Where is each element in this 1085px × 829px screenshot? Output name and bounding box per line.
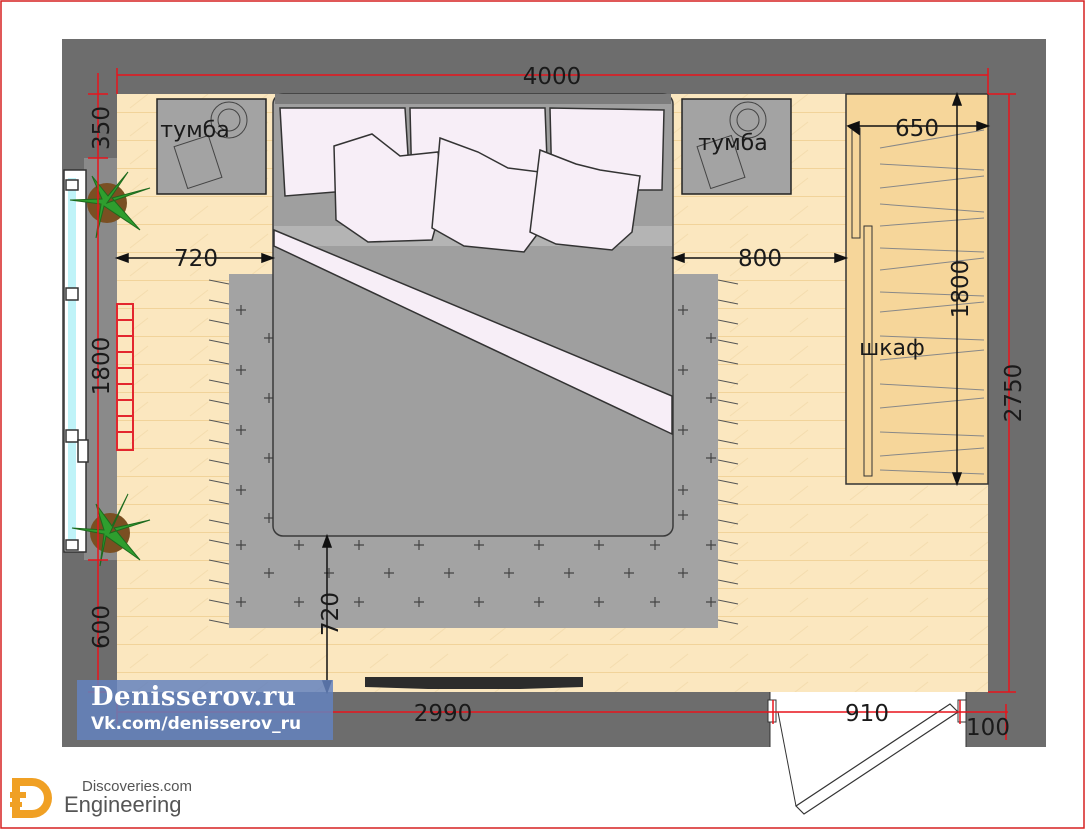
dim-wardrobe-length: 1800 (948, 260, 974, 319)
watermark-vk: Vk.com/denisserov_ru (91, 714, 302, 734)
bed (272, 93, 674, 537)
dim-bottom-wall: 2990 (414, 701, 473, 727)
dim-room-depth: 2750 (1001, 364, 1027, 423)
watermark: Denisserov.ru Vk.com/denisserov_ru (77, 680, 333, 740)
nightstand-left (156, 98, 267, 195)
dim-door-width: 910 (845, 701, 889, 727)
tv-stand (365, 677, 583, 689)
dim-foot-clearance: 720 (318, 592, 344, 636)
dim-wall-bottom-offset: 600 (89, 605, 115, 649)
watermark-site: Denisserov.ru (91, 682, 297, 712)
nightstand-right-label: тумба (698, 131, 767, 156)
dim-right-clearance: 800 (738, 246, 782, 272)
dim-left-clearance: 720 (174, 246, 218, 272)
brand-logo-icon (10, 778, 52, 818)
dim-wardrobe-depth: 650 (895, 116, 939, 142)
wardrobe-label: шкаф (859, 336, 925, 361)
dim-door-offset: 100 (966, 715, 1010, 741)
brand-logo: Discoveries.com Engineering (6, 772, 266, 824)
brand-line2: Engineering (64, 792, 182, 817)
dim-total-width: 4000 (523, 64, 582, 90)
dim-window-width: 1800 (89, 337, 115, 396)
dim-wall-top-offset: 350 (89, 106, 115, 150)
nightstand-left-label: тумба (160, 118, 229, 143)
